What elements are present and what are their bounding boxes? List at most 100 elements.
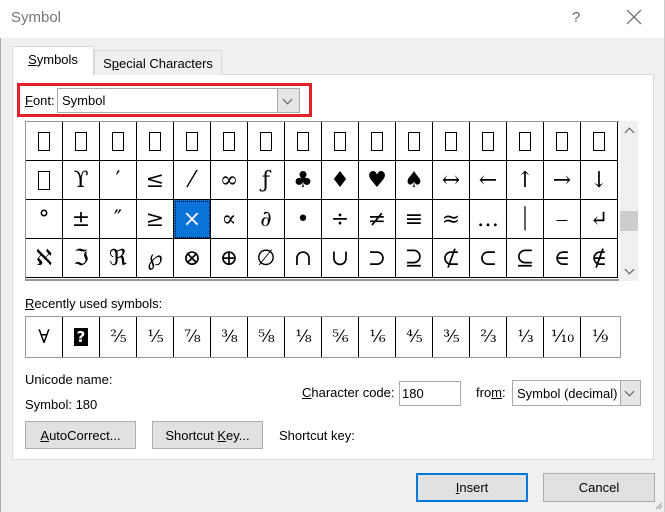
symbol-cell[interactable]: ⊂ [470, 239, 507, 278]
symbol-cell[interactable]: ≥ [137, 200, 174, 239]
recent-symbol-cell[interactable]: ∀ [26, 317, 63, 357]
recent-symbol-cell[interactable]: ⅕ [137, 317, 174, 357]
insert-button[interactable]: Insert [416, 473, 528, 502]
symbol-cell[interactable]: ↑ [507, 161, 544, 200]
symbol-cell[interactable] [396, 122, 433, 161]
symbol-cell[interactable]: ♥ [359, 161, 396, 200]
recent-symbol-cell[interactable]: ⅚ [322, 317, 359, 357]
recent-symbol-cell[interactable]: ⅞ [174, 317, 211, 357]
symbol-cell[interactable]: × [174, 200, 211, 239]
symbol-cell[interactable]: ″ [100, 200, 137, 239]
recent-symbol-cell[interactable]: ⅝ [248, 317, 285, 357]
symbol-cell[interactable]: ϒ [63, 161, 100, 200]
symbol-cell[interactable]: ⏐ [507, 200, 544, 239]
symbol-cell[interactable]: ℜ [100, 239, 137, 278]
symbol-cell[interactable] [211, 122, 248, 161]
scrollbar-thumb[interactable] [620, 211, 638, 231]
symbol-cell[interactable]: … [470, 200, 507, 239]
recent-symbol-cell[interactable]: ⅒ [544, 317, 581, 357]
symbol-cell[interactable]: ℘ [137, 239, 174, 278]
shortcut-key-button[interactable]: Shortcut Key... [152, 421, 263, 449]
symbol-cell[interactable]: ∈ [544, 239, 581, 278]
from-select[interactable]: Symbol (decimal) [512, 380, 641, 406]
recent-symbol-cell[interactable]: ⅘ [396, 317, 433, 357]
symbol-cell[interactable] [507, 122, 544, 161]
font-select[interactable]: Symbol [57, 88, 300, 113]
symbol-grid-scrollbar[interactable] [620, 121, 638, 281]
symbol-cell[interactable]: ÷ [322, 200, 359, 239]
symbol-cell[interactable]: • [285, 200, 322, 239]
symbol-cell[interactable] [26, 122, 63, 161]
recent-symbol-cell[interactable]: ⅔ [470, 317, 507, 357]
symbol-cell[interactable]: ∂ [248, 200, 285, 239]
symbol-cell[interactable]: → [544, 161, 581, 200]
symbol-cell[interactable]: ⊃ [359, 239, 396, 278]
symbol-cell[interactable]: ∉ [581, 239, 618, 278]
symbol-cell[interactable] [322, 122, 359, 161]
recent-symbol-cell[interactable]: ⅑ [581, 317, 618, 357]
symbol-cell[interactable] [100, 122, 137, 161]
character-code-input[interactable] [399, 381, 461, 406]
symbol-cell[interactable]: ⊕ [211, 239, 248, 278]
symbol-cell[interactable]: ⊄ [433, 239, 470, 278]
symbol-cell[interactable]: ƒ [248, 161, 285, 200]
symbol-cell[interactable] [470, 122, 507, 161]
autocorrect-button[interactable]: AutoCorrect... [25, 421, 136, 449]
symbol-cell[interactable] [581, 122, 618, 161]
symbol-cell[interactable]: ℑ [63, 239, 100, 278]
symbol-cell[interactable]: ♣ [285, 161, 322, 200]
cancel-button[interactable]: Cancel [543, 473, 655, 502]
symbol-cell[interactable]: ≈ [433, 200, 470, 239]
symbol-cell[interactable] [137, 122, 174, 161]
recent-symbol-cell[interactable]: ⅖ [100, 317, 137, 357]
symbol-cell[interactable]: ≠ [359, 200, 396, 239]
symbol-cell[interactable]: ≤ [137, 161, 174, 200]
symbol-cell[interactable] [433, 122, 470, 161]
symbol-cell[interactable]: ° [26, 200, 63, 239]
recent-symbol-cell[interactable]: ⅗ [433, 317, 470, 357]
symbol-cell[interactable]: ℵ [26, 239, 63, 278]
scroll-up-button[interactable] [620, 121, 638, 139]
symbol-cell[interactable]: ± [63, 200, 100, 239]
from-dropdown-button[interactable] [620, 381, 640, 405]
symbol-cell[interactable]: ↓ [581, 161, 618, 200]
recent-symbol-cell[interactable]: ⅓ [507, 317, 544, 357]
symbol-cell[interactable]: ∅ [248, 239, 285, 278]
symbol-cell[interactable] [26, 161, 63, 200]
symbol-cell[interactable]: ⊗ [174, 239, 211, 278]
symbol-cell[interactable]: ↵ [581, 200, 618, 239]
tab-special-characters[interactable]: Special Characters [94, 50, 222, 75]
symbol-cell[interactable]: ↔ [433, 161, 470, 200]
symbol-cell[interactable]: ⁄ [174, 161, 211, 200]
symbol-cell[interactable] [544, 122, 581, 161]
symbol-cell[interactable]: ⊆ [507, 239, 544, 278]
symbol-cell[interactable]: ⊇ [396, 239, 433, 278]
symbol-cell[interactable] [248, 122, 285, 161]
scroll-down-button[interactable] [620, 263, 638, 281]
recent-symbol-cell[interactable]: ⅛ [285, 317, 322, 357]
symbol-cell[interactable]: ♠ [396, 161, 433, 200]
symbol-cell[interactable]: ← [470, 161, 507, 200]
symbol-cell[interactable]: ⎯ [544, 200, 581, 239]
symbol-cell[interactable]: ∩ [285, 239, 322, 278]
symbol-cell[interactable]: ≡ [396, 200, 433, 239]
symbol-cell[interactable] [63, 122, 100, 161]
font-dropdown-button[interactable] [277, 89, 299, 112]
symbol-cell[interactable]: ♦ [322, 161, 359, 200]
resize-grip-icon[interactable] [653, 500, 663, 510]
symbol-cell[interactable]: ∞ [211, 161, 248, 200]
recent-symbol-cell[interactable]: ⅜ [211, 317, 248, 357]
tab-symbols[interactable]: Symbols [12, 46, 94, 76]
close-icon[interactable] [625, 8, 643, 26]
symbol-cell[interactable] [285, 122, 322, 161]
recent-symbol-glyph: ⅜ [221, 327, 238, 347]
recent-symbol-cell[interactable]: ? [63, 317, 100, 357]
symbol-cell[interactable]: ∝ [211, 200, 248, 239]
symbol-cell[interactable]: ′ [100, 161, 137, 200]
recent-symbol-cell[interactable]: ⅙ [359, 317, 396, 357]
help-button[interactable]: ? [572, 9, 580, 26]
symbol-cell[interactable]: ∪ [322, 239, 359, 278]
chevron-up-icon [624, 127, 635, 138]
symbol-cell[interactable] [359, 122, 396, 161]
symbol-cell[interactable] [174, 122, 211, 161]
